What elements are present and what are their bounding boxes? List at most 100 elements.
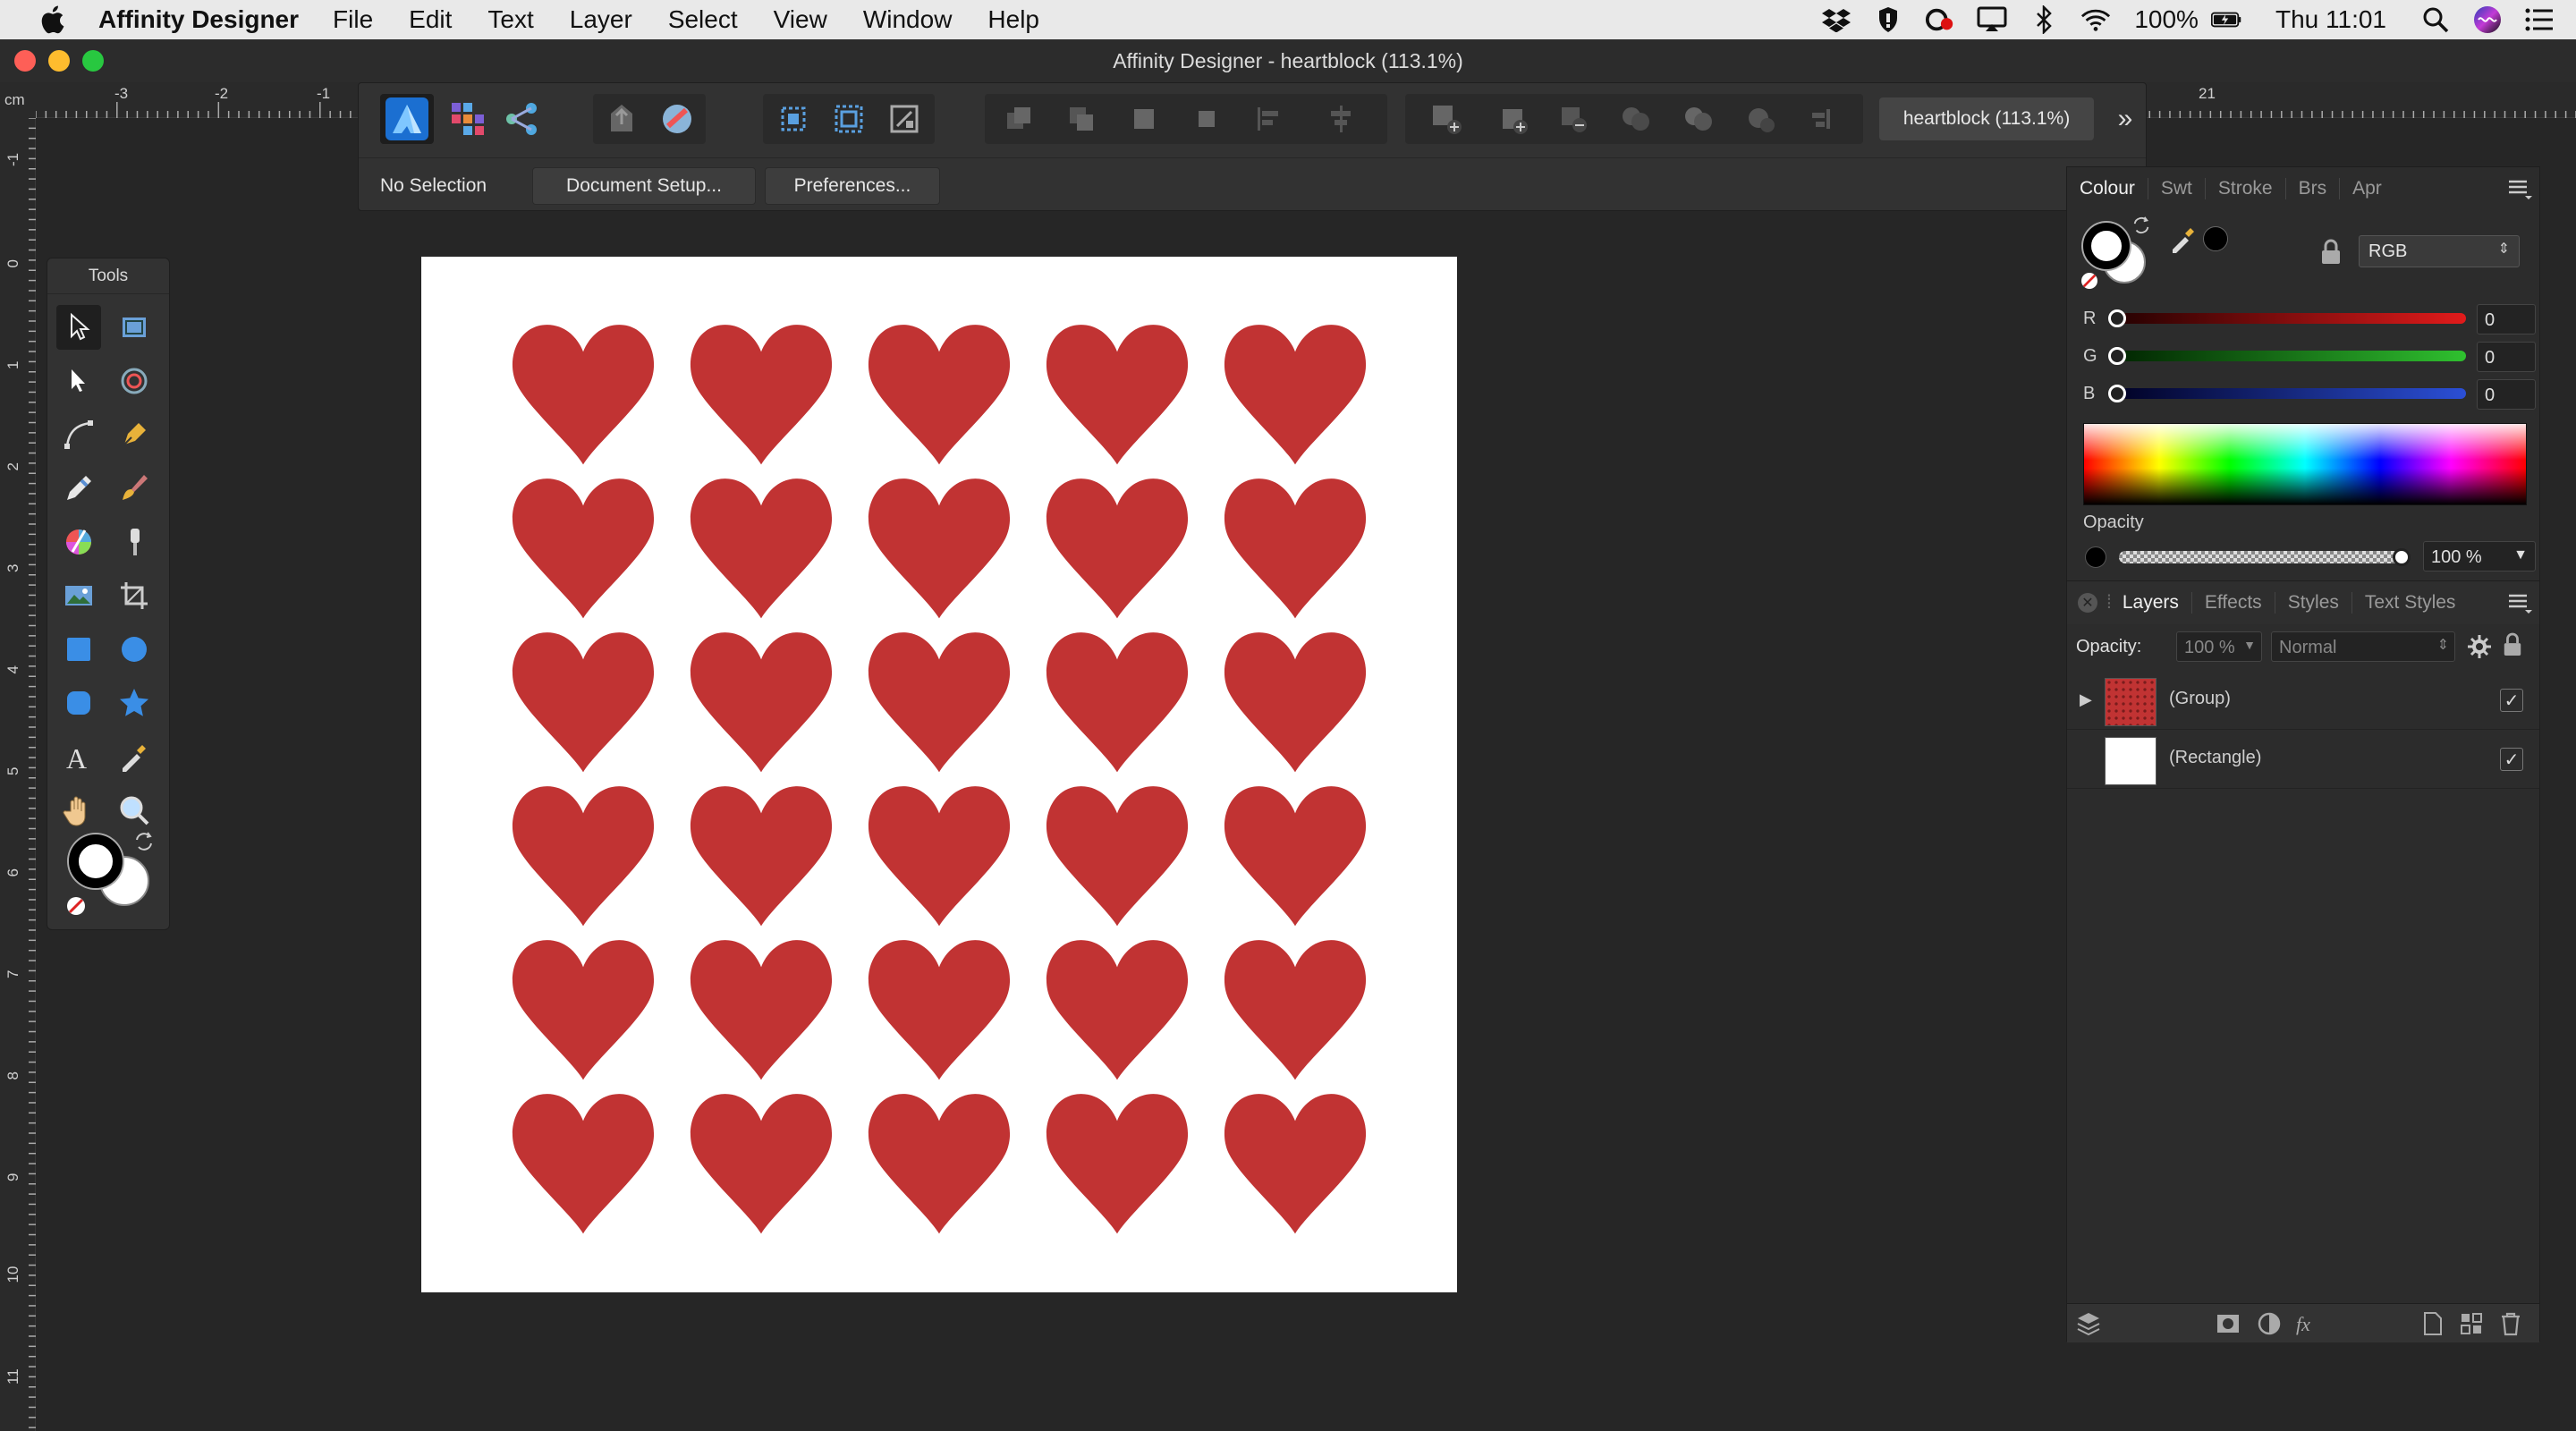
opacity-value-field[interactable]: 100 % ▼ [2423,541,2536,572]
move-to-back-icon[interactable] [992,94,1046,144]
transparency-tool-icon[interactable] [112,520,157,564]
red-slider[interactable] [2110,313,2466,324]
rectangle-tool-icon[interactable] [56,627,101,672]
panel-fill-chip[interactable] [2083,223,2130,269]
heart-shape[interactable] [683,1085,839,1235]
menu-select[interactable]: Select [668,5,738,34]
heart-shape[interactable] [683,316,839,466]
heart-shape[interactable] [1039,1085,1195,1235]
color-model-select[interactable]: RGB ⇕ [2359,235,2520,267]
heart-shape[interactable] [1217,470,1373,620]
preferences-button[interactable]: Preferences... [765,167,940,205]
menu-layer[interactable]: Layer [570,5,632,34]
vector-brush-tool-icon[interactable] [112,466,157,511]
bluetooth-icon[interactable] [2029,4,2059,35]
heart-shape[interactable] [1217,1085,1373,1235]
eyedropper-icon[interactable] [2169,224,2198,253]
colour-panel-menu-icon[interactable] [2507,176,2532,201]
heart-shape[interactable] [683,623,839,774]
heart-shape[interactable] [1217,623,1373,774]
layer-visibility-checkbox-group[interactable]: ✓ [2500,689,2523,712]
layer-settings-gear-icon[interactable] [2466,633,2493,660]
document-setup-button[interactable]: Document Setup... [532,167,756,205]
corner-tool-icon[interactable] [112,359,157,403]
battery-icon[interactable] [2210,4,2241,35]
delete-layer-icon[interactable] [2498,1311,2523,1336]
panel-swap-colors-icon[interactable] [2131,216,2151,235]
blend-mode-select[interactable]: Normal ⇕ [2271,631,2455,662]
vector-crop-tool-icon[interactable] [112,573,157,618]
tab-colour[interactable]: Colour [2067,178,2148,199]
align-left-icon[interactable] [1242,94,1296,144]
panel-no-fill-icon[interactable] [2081,273,2097,289]
tab-layers[interactable]: Layers [2119,592,2192,614]
place-image-tool-icon[interactable] [56,573,101,618]
layer-lock-icon[interactable] [2502,631,2525,658]
opacity-slider-handle[interactable] [2393,548,2411,566]
fill-tool-icon[interactable] [56,520,101,564]
heart-shape[interactable] [1039,931,1195,1081]
red-value[interactable]: 0 [2477,304,2536,334]
heart-shape[interactable] [861,470,1017,620]
minimize-window-button[interactable] [48,50,70,72]
designer-persona-icon[interactable] [380,94,434,144]
ellipse-tool-icon[interactable] [112,627,157,672]
color-picker-tool-icon[interactable] [112,734,157,779]
green-value[interactable]: 0 [2477,342,2536,372]
heart-shape[interactable] [861,931,1017,1081]
tab-stroke[interactable]: Stroke [2206,178,2286,199]
shield-icon[interactable] [1873,4,1903,35]
heart-shape[interactable] [861,777,1017,927]
tab-effects[interactable]: Effects [2192,592,2275,614]
hand-tool-icon[interactable] [56,788,101,833]
heart-shape[interactable] [861,623,1017,774]
red-slider-handle[interactable] [2108,309,2126,327]
menu-view[interactable]: View [774,5,827,34]
combine-icon[interactable] [1797,94,1851,144]
add-group-icon[interactable] [2459,1311,2484,1336]
artboard-canvas[interactable] [421,257,1457,1292]
heart-shape[interactable] [1039,316,1195,466]
heart-shape[interactable] [505,777,661,927]
tab-brushes[interactable]: Brs [2286,178,2341,199]
close-panel-icon[interactable]: ✕ [2078,593,2097,613]
heart-shape[interactable] [505,470,661,620]
menu-window[interactable]: Window [863,5,953,34]
heart-shape[interactable] [683,470,839,620]
close-window-button[interactable] [14,50,36,72]
heart-shape[interactable] [683,777,839,927]
swap-colors-icon[interactable] [133,831,155,852]
text-tool-icon[interactable]: A [56,734,101,779]
heart-shape[interactable] [683,931,839,1081]
airplay-icon[interactable] [1977,4,2007,35]
move-to-front-icon[interactable] [1180,94,1233,144]
color-spectrum[interactable] [2083,423,2527,505]
layer-visibility-checkbox-rectangle[interactable]: ✓ [2500,748,2523,771]
share-icon[interactable] [595,94,648,144]
add-pixel-layer-icon[interactable] [2419,1311,2445,1336]
pencil-tool-icon[interactable] [56,466,101,511]
heart-shape[interactable] [1217,316,1373,466]
tab-styles[interactable]: Styles [2275,592,2352,614]
creative-cloud-icon[interactable] [1925,4,1955,35]
layers-stack-icon[interactable] [2076,1311,2101,1336]
assistant-icon[interactable] [650,94,704,144]
picked-color-chip[interactable] [2203,226,2228,251]
intersect-icon[interactable] [1609,94,1663,144]
heart-shape[interactable] [1039,777,1195,927]
layers-panel-menu-icon[interactable] [2507,590,2532,615]
node-tool-icon[interactable] [56,359,101,403]
move-forward-icon[interactable] [1117,94,1171,144]
fx-icon[interactable]: fx [2294,1311,2319,1336]
heart-shape[interactable] [861,1085,1017,1235]
align-selection-icon[interactable] [767,94,820,144]
move-tool-icon[interactable] [56,305,101,350]
zoom-tool-icon[interactable] [112,788,157,833]
tab-appearance[interactable]: Apr [2340,178,2394,199]
subtract-icon[interactable] [1546,94,1600,144]
document-tab[interactable]: heartblock (113.1%) [1879,97,2094,140]
tab-text-styles[interactable]: Text Styles [2352,592,2469,614]
panel-grip-icon[interactable]: ⁞ [2106,592,2112,614]
move-back-icon[interactable] [1055,94,1108,144]
layer-row-rectangle[interactable]: (Rectangle) ✓ [2067,730,2539,789]
